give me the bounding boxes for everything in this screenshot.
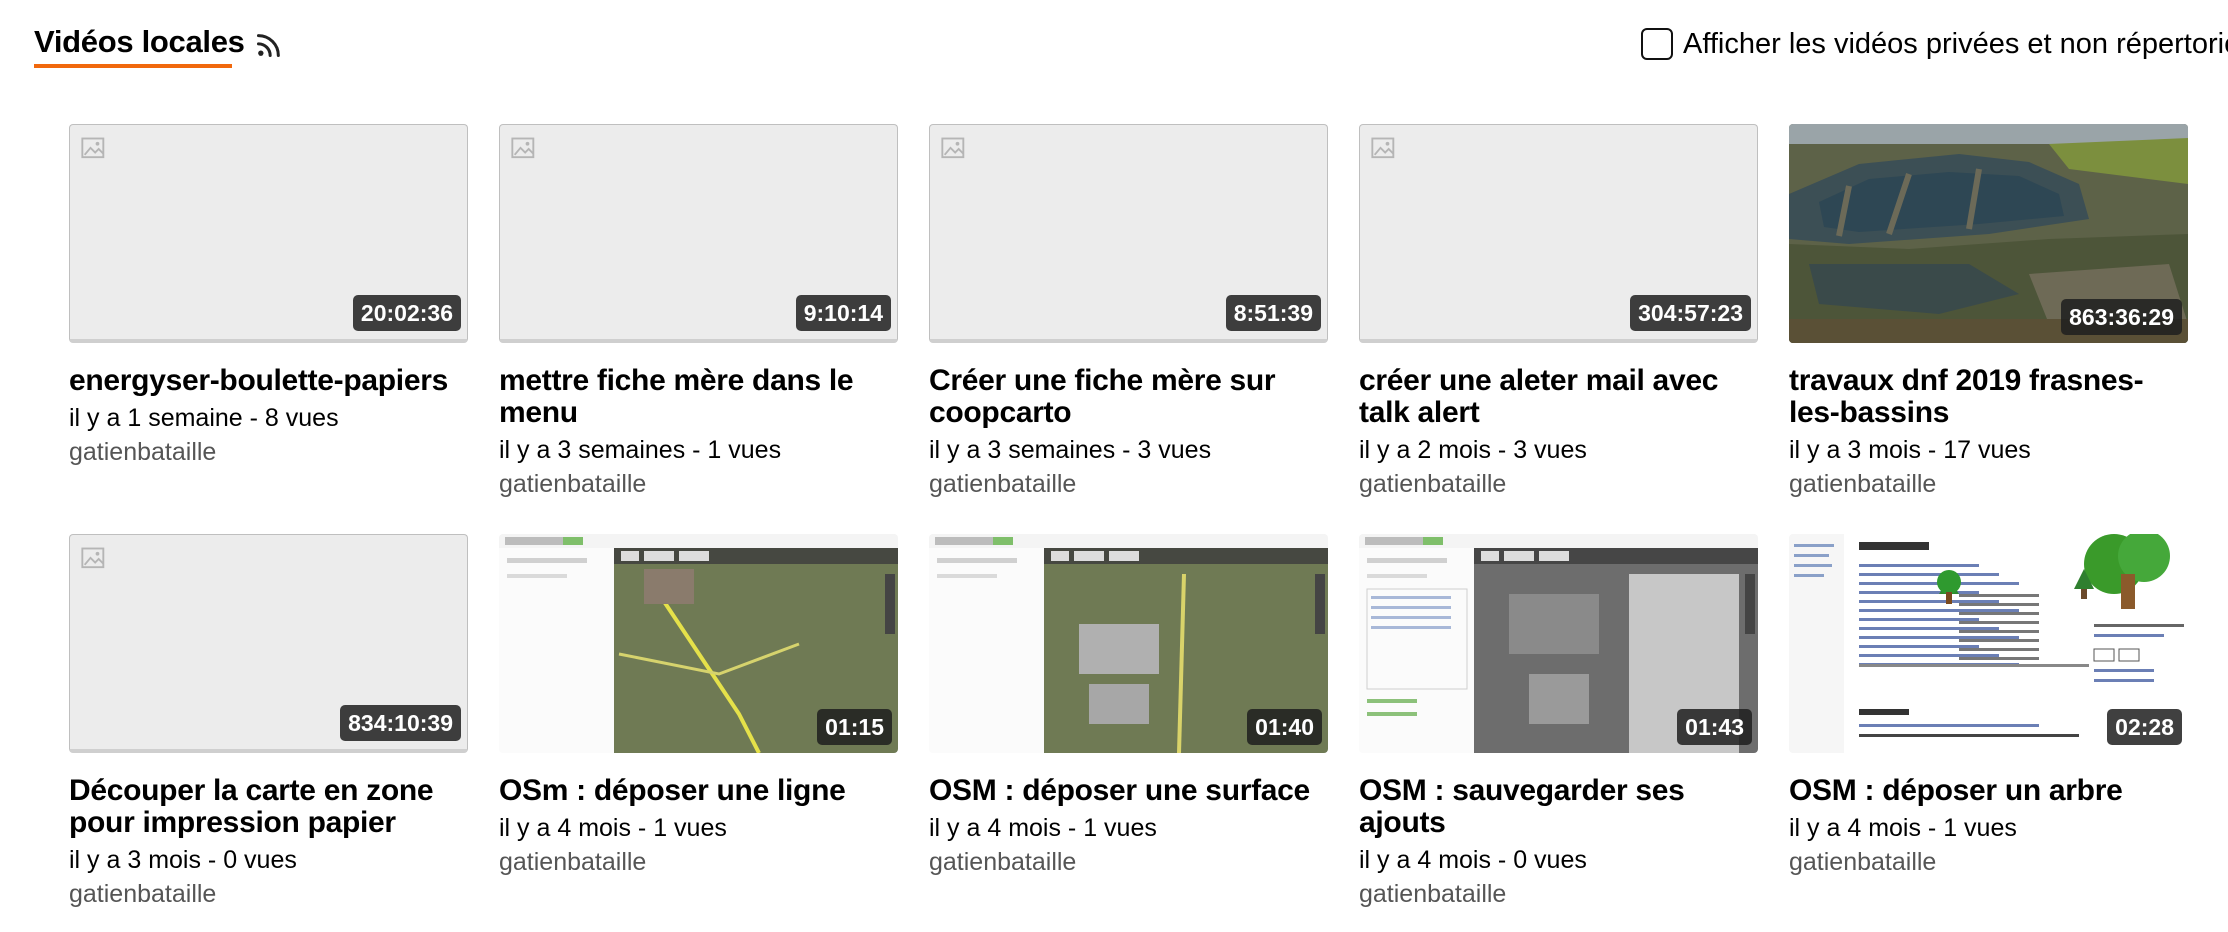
video-card[interactable]: 20:02:36 energyser-boulette-papiers il y a… — [69, 124, 468, 510]
video-card[interactable]: 02:28 OSM : déposer un arbre il y a 4 mois… — [1789, 534, 2188, 920]
video-grid: 20:02:36 energyser-boulette-papiers il y a… — [69, 124, 2188, 920]
image-placeholder-icon — [81, 547, 105, 569]
video-channel-link[interactable]: gatienbataille — [1359, 877, 1758, 911]
image-placeholder-icon — [511, 137, 535, 159]
title-underline — [34, 64, 232, 68]
video-title-link[interactable]: travaux dnf 2019 frasnes-les-bassins — [1789, 365, 2188, 429]
video-thumbnail[interactable]: 863:36:29 — [1789, 124, 2188, 343]
section-header: Vidéos locales — [34, 20, 283, 72]
video-thumbnail[interactable]: 834:10:39 — [69, 534, 468, 753]
video-thumbnail[interactable]: 01:40 — [929, 534, 1328, 753]
video-title-link[interactable]: OSm : déposer une ligne — [499, 775, 898, 807]
video-channel-link[interactable]: gatienbataille — [1789, 467, 2188, 501]
video-date-views: il y a 4 mois - 0 vues — [1359, 846, 1587, 874]
video-thumbnail[interactable]: 02:28 — [1789, 534, 2188, 753]
video-duration-badge: 01:40 — [1247, 709, 1322, 745]
video-title-link[interactable]: OSM : déposer une surface — [929, 775, 1328, 807]
video-card[interactable]: 01:43 OSM : sauvegarder ses ajouts il y a … — [1359, 534, 1758, 920]
video-thumbnail[interactable]: 8:51:39 — [929, 124, 1328, 343]
video-date-views: il y a 4 mois - 1 vues — [929, 814, 1157, 842]
video-channel-link[interactable]: gatienbataille — [1789, 845, 2188, 879]
video-date-views: il y a 3 semaines - 3 vues — [929, 436, 1212, 464]
video-title-link[interactable]: créer une aleter mail avec talk alert — [1359, 365, 1758, 429]
video-date-views: il y a 3 mois - 0 vues — [69, 846, 297, 874]
video-duration-badge: 834:10:39 — [340, 705, 461, 741]
video-date-views: il y a 2 mois - 3 vues — [1359, 436, 1587, 464]
video-title-link[interactable]: OSM : sauvegarder ses ajouts — [1359, 775, 1758, 839]
video-title-link[interactable]: energyser-boulette-papiers — [69, 365, 468, 397]
video-title-link[interactable]: mettre fiche mère dans le menu — [499, 365, 898, 429]
video-title-link[interactable]: Découper la carte en zone pour impressio… — [69, 775, 468, 839]
video-card[interactable]: 01:40 OSM : déposer une surface il y a 4 m… — [929, 534, 1328, 920]
video-thumbnail[interactable]: 9:10:14 — [499, 124, 898, 343]
video-card[interactable]: 834:10:39 Découper la carte en zone pour … — [69, 534, 468, 920]
private-videos-checkbox[interactable] — [1641, 28, 1673, 60]
video-channel-link[interactable]: gatienbataille — [499, 467, 898, 501]
video-card[interactable]: 8:51:39 Créer une fiche mère sur coopcart… — [929, 124, 1328, 510]
video-thumbnail[interactable]: 01:15 — [499, 534, 898, 753]
video-date-views: il y a 4 mois - 1 vues — [1789, 814, 2017, 842]
video-duration-badge: 9:10:14 — [795, 295, 891, 331]
image-placeholder-icon — [1371, 137, 1395, 159]
video-date-views: il y a 3 semaines - 1 vues — [499, 436, 782, 464]
video-channel-link[interactable]: gatienbataille — [1359, 467, 1758, 501]
rss-feed-icon[interactable] — [255, 31, 283, 59]
video-date-views: il y a 4 mois - 1 vues — [499, 814, 727, 842]
video-title-link[interactable]: Créer une fiche mère sur coopcarto — [929, 365, 1328, 429]
video-thumbnail[interactable]: 304:57:23 — [1359, 124, 1758, 343]
video-duration-badge: 01:43 — [1677, 709, 1752, 745]
video-channel-link[interactable]: gatienbataille — [929, 845, 1328, 879]
video-card[interactable]: 9:10:14 mettre fiche mère dans le menu il … — [499, 124, 898, 510]
private-videos-label: Afficher les vidéos privées et non réper… — [1683, 28, 2228, 60]
video-card[interactable]: 01:15 OSm : déposer une ligne il y a 4 moi… — [499, 534, 898, 920]
image-placeholder-icon — [81, 137, 105, 159]
video-duration-badge: 01:15 — [817, 709, 892, 745]
video-channel-link[interactable]: gatienbataille — [499, 845, 898, 879]
video-duration-badge: 304:57:23 — [1630, 295, 1751, 331]
video-duration-badge: 8:51:39 — [1225, 295, 1321, 331]
video-channel-link[interactable]: gatienbataille — [69, 877, 468, 911]
video-channel-link[interactable]: gatienbataille — [929, 467, 1328, 501]
video-duration-badge: 863:36:29 — [2061, 299, 2182, 335]
video-duration-badge: 02:28 — [2107, 709, 2182, 745]
video-thumbnail[interactable]: 01:43 — [1359, 534, 1758, 753]
video-thumbnail[interactable]: 20:02:36 — [69, 124, 468, 343]
video-card[interactable]: 304:57:23 créer une aleter mail avec talk… — [1359, 124, 1758, 510]
video-date-views: il y a 3 mois - 17 vues — [1789, 436, 2031, 464]
page-title[interactable]: Vidéos locales — [34, 20, 245, 64]
video-duration-badge: 20:02:36 — [352, 295, 461, 331]
private-videos-toggle[interactable]: Afficher les vidéos privées et non réper… — [1641, 20, 2228, 68]
video-card[interactable]: 863:36:29 travaux dnf 2019 frasnes-les-ba… — [1789, 124, 2188, 510]
video-date-views: il y a 1 semaine - 8 vues — [69, 404, 339, 432]
video-title-link[interactable]: OSM : déposer un arbre — [1789, 775, 2188, 807]
video-channel-link[interactable]: gatienbataille — [69, 435, 468, 469]
image-placeholder-icon — [941, 137, 965, 159]
